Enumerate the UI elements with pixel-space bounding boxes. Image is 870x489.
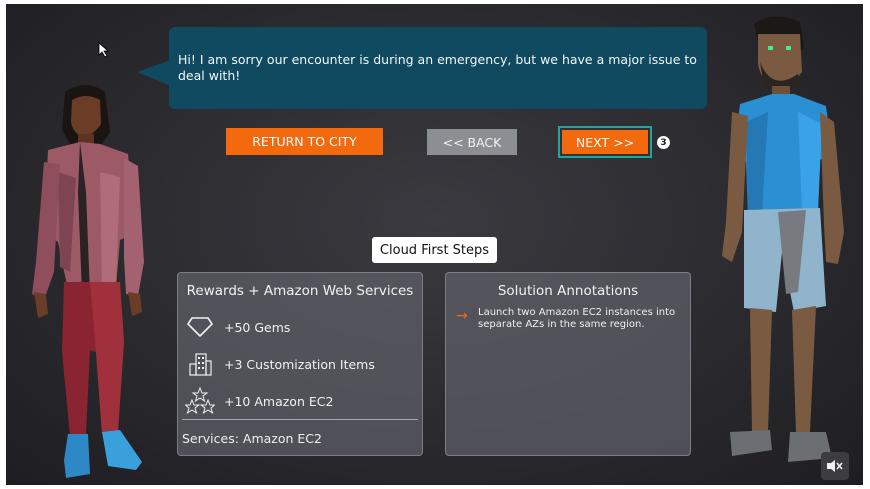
speech-bubble-tail bbox=[137, 60, 171, 86]
gem-icon bbox=[184, 313, 216, 341]
arrow-right-icon: → bbox=[456, 308, 468, 324]
mission-title-tag: Cloud First Steps bbox=[372, 237, 497, 263]
reward-item-ec2: +10 Amazon EC2 bbox=[184, 387, 333, 415]
rewards-panel-title: Rewards + Amazon Web Services bbox=[186, 283, 414, 299]
right-character bbox=[722, 16, 844, 462]
buildings-icon bbox=[184, 350, 216, 378]
reward-item-gems: +50 Gems bbox=[184, 313, 290, 341]
rewards-divider bbox=[182, 419, 418, 420]
rewards-panel: Rewards + Amazon Web Services +50 Gems +… bbox=[177, 272, 423, 456]
back-button[interactable]: << BACK bbox=[427, 129, 517, 155]
speaker-muted-icon bbox=[827, 460, 843, 472]
game-scene: Hi! I am sorry our encounter is during a… bbox=[6, 4, 863, 485]
services-label: Services: Amazon EC2 bbox=[182, 431, 322, 446]
mouse-cursor-icon bbox=[98, 42, 110, 58]
solution-annotation: → Launch two Amazon EC2 instances into s… bbox=[456, 307, 678, 331]
annotation-text: Launch two Amazon EC2 instances into sep… bbox=[478, 307, 676, 330]
stars-icon bbox=[184, 387, 216, 415]
left-character bbox=[32, 85, 144, 478]
mute-button[interactable] bbox=[821, 452, 849, 480]
next-button[interactable]: NEXT >> bbox=[562, 130, 648, 154]
return-to-city-button[interactable]: RETURN TO CITY bbox=[226, 128, 383, 155]
reward-item-customization: +3 Customization Items bbox=[184, 350, 375, 378]
solution-panel: Solution Annotations → Launch two Amazon… bbox=[445, 272, 691, 456]
game-frame: Hi! I am sorry our encounter is during a… bbox=[0, 0, 870, 489]
dialog-text: Hi! I am sorry our encounter is during a… bbox=[178, 52, 697, 83]
step-badge: 3 bbox=[657, 136, 670, 149]
solution-panel-title: Solution Annotations bbox=[497, 283, 639, 299]
